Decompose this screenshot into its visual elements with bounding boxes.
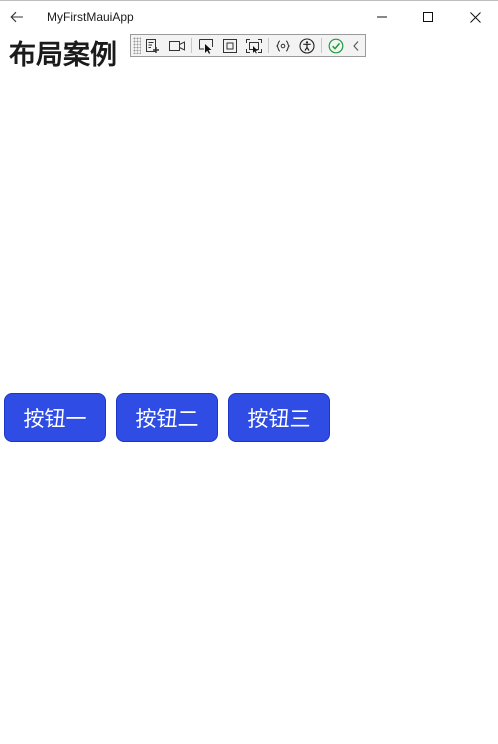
button-row: 按钮一 按钮二 按钮三: [4, 393, 330, 442]
select-element-icon: [199, 38, 213, 54]
record-button[interactable]: [166, 36, 188, 55]
back-button[interactable]: [4, 3, 30, 31]
record-icon: [169, 40, 185, 51]
title-bar: MyFirstMauiApp: [0, 1, 498, 35]
hot-reload-status-button[interactable]: [325, 36, 347, 55]
toolbar-separator: [268, 38, 269, 53]
button-three[interactable]: 按钮三: [228, 393, 330, 442]
binding-failures-icon: [276, 39, 290, 52]
accessibility-checker-icon: [299, 37, 315, 54]
select-element-button[interactable]: [195, 36, 217, 55]
hot-reload-status-icon: [328, 38, 344, 53]
chevron-left-icon: [353, 40, 359, 51]
button-one[interactable]: 按钮一: [4, 393, 106, 442]
track-focus-button[interactable]: [243, 36, 265, 55]
display-layout-adorners-button[interactable]: [219, 36, 241, 55]
close-icon: [469, 11, 481, 23]
app-window: MyFirstMauiApp 布局案例 按钮一 按钮二 按钮三: [0, 0, 498, 744]
live-visual-tree-button[interactable]: [142, 36, 164, 55]
back-arrow-icon: [10, 11, 23, 23]
toolbar-separator: [191, 38, 192, 53]
display-layout-adorners-icon: [223, 38, 237, 53]
maximize-icon: [423, 12, 433, 22]
toolbar-grip-handle[interactable]: [133, 37, 141, 54]
toolbar-separator: [321, 38, 322, 53]
track-focus-icon: [246, 38, 262, 53]
collapse-toolbar-button[interactable]: [349, 36, 363, 55]
binding-failures-button[interactable]: [272, 36, 294, 55]
maximize-button[interactable]: [405, 1, 451, 33]
minimize-icon: [377, 16, 387, 18]
close-button[interactable]: [452, 1, 498, 33]
page-title: 布局案例: [9, 40, 117, 71]
accessibility-checker-button[interactable]: [296, 36, 318, 55]
button-two[interactable]: 按钮二: [116, 393, 218, 442]
window-title: MyFirstMauiApp: [47, 10, 134, 24]
live-visual-tree-icon: [146, 38, 159, 53]
minimize-button[interactable]: [359, 1, 405, 33]
debug-toolbar: [130, 34, 366, 57]
